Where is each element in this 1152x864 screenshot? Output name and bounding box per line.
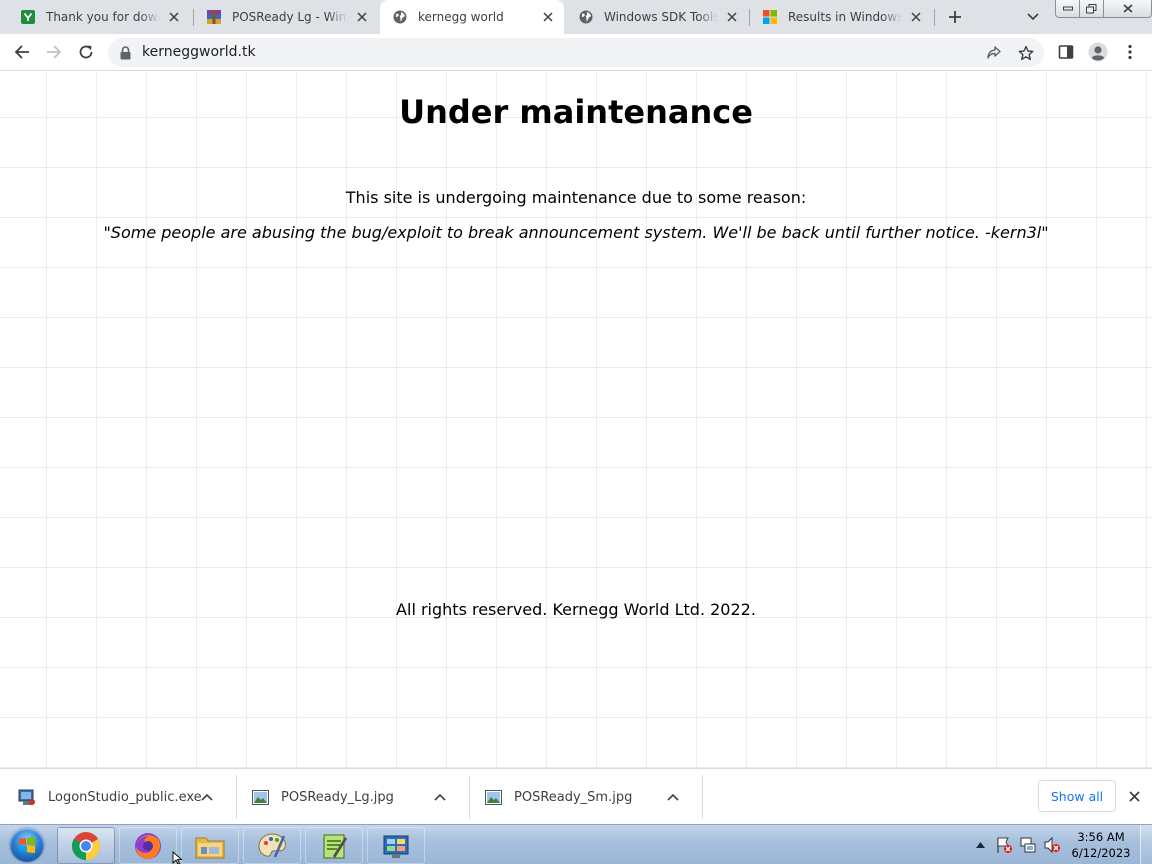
minimize-icon (1062, 6, 1073, 10)
volume-muted-icon[interactable] (1040, 833, 1064, 857)
arrow-left-icon (14, 45, 29, 59)
globe-icon (578, 9, 594, 25)
action-center-flag-icon[interactable] (992, 833, 1016, 857)
show-all-downloads-button[interactable]: Show all (1038, 780, 1116, 812)
kebab-menu-icon (1128, 44, 1132, 60)
clock-date: 6/12/2023 (1071, 846, 1131, 860)
forward-button[interactable] (40, 38, 68, 66)
windows-logo-icon (10, 828, 44, 862)
bookmark-star-icon[interactable] (1012, 39, 1040, 66)
avatar-icon (1088, 42, 1108, 62)
page-viewport: Under maintenance This site is undergoin… (0, 72, 1152, 768)
show-hidden-icons-button[interactable] (968, 833, 992, 857)
tab-windows-sdk[interactable]: Windows SDK Tools List (566, 0, 748, 34)
folder-icon (195, 837, 225, 858)
globe-icon (392, 9, 408, 25)
close-icon (1122, 4, 1133, 13)
installer-icon (18, 788, 36, 806)
chevron-up-icon[interactable] (194, 784, 220, 810)
start-button[interactable] (2, 825, 52, 864)
restore-button[interactable] (1080, 0, 1104, 18)
paint-palette-icon (258, 832, 286, 857)
download-filename: LogonStudio_public.exe (48, 789, 202, 805)
new-tab-button[interactable] (942, 5, 968, 29)
close-shelf-button[interactable] (1122, 782, 1146, 810)
page-title: Under maintenance (399, 93, 753, 131)
tab-strip: Thank you for downloading POSReady Lg - … (0, 0, 1152, 34)
microsoft-logo-icon (762, 9, 778, 25)
system-clock[interactable]: 3:56 AM 6/12/2023 (1068, 829, 1134, 861)
download-filename: POSReady_Lg.jpg (281, 789, 394, 805)
tab-title: Thank you for downloading (46, 10, 160, 24)
tab-title: kernegg world (418, 10, 504, 24)
control-panel-icon (383, 835, 409, 858)
tab-kernegg-world[interactable]: kernegg world (380, 0, 564, 34)
menu-button[interactable] (1116, 38, 1144, 66)
profile-button[interactable] (1084, 38, 1112, 66)
reload-icon (79, 45, 93, 59)
taskbar-chrome[interactable] (57, 827, 115, 864)
close-icon (1128, 790, 1140, 802)
close-tab-icon[interactable] (354, 9, 370, 25)
taskbar-control-panel[interactable] (367, 827, 425, 864)
arrow-right-icon (47, 45, 62, 59)
reload-button[interactable] (72, 38, 100, 66)
notepad-editor-icon (323, 834, 347, 858)
chrome-icon (72, 831, 100, 860)
tab-title: Results in Windows - Microsoft (788, 10, 902, 24)
image-file-icon (251, 788, 269, 806)
plus-icon (949, 11, 961, 23)
tab-posready[interactable]: POSReady Lg - Windows (194, 0, 378, 34)
tab-divider (934, 9, 935, 26)
close-tab-icon[interactable] (166, 9, 182, 25)
download-filename: POSReady_Sm.jpg (514, 789, 633, 805)
chevron-up-icon[interactable] (660, 784, 686, 810)
firefox-icon (135, 832, 161, 859)
chevron-up-icon[interactable] (427, 784, 453, 810)
triangle-up-icon (975, 842, 985, 848)
clock-time: 3:56 AM (1077, 830, 1125, 844)
browser-toolbar: kerneggworld.tk (0, 34, 1152, 71)
tab-title: POSReady Lg - Windows (232, 10, 348, 24)
close-tab-icon[interactable] (540, 9, 556, 25)
back-button[interactable] (8, 38, 36, 66)
tab-search-button[interactable] (1020, 5, 1046, 29)
chevron-down-icon (1027, 13, 1039, 21)
mouse-cursor-icon (172, 851, 183, 864)
close-tab-icon[interactable] (908, 9, 924, 25)
close-window-button[interactable] (1104, 0, 1152, 18)
copyright-footer: All rights reserved. Kernegg World Ltd. … (396, 600, 756, 619)
system-tray (968, 825, 1064, 864)
taskbar-file-explorer[interactable] (181, 827, 239, 864)
download-item[interactable]: LogonStudio_public.exe (0, 773, 236, 821)
download-item[interactable]: POSReady_Lg.jpg (233, 773, 469, 821)
share-icon[interactable] (980, 39, 1008, 66)
lock-icon[interactable] (118, 45, 132, 60)
maintenance-notice: This site is undergoing maintenance due … (345, 188, 807, 207)
maintenance-reason: "Some people are abusing the bug/exploit… (103, 223, 1049, 242)
url-text[interactable]: kerneggworld.tk (142, 38, 256, 67)
restore-icon (1086, 3, 1097, 13)
download-item[interactable]: POSReady_Sm.jpg (466, 773, 702, 821)
network-icon[interactable] (1016, 833, 1040, 857)
image-file-icon (484, 788, 502, 806)
tab-title: Windows SDK Tools List (604, 10, 718, 24)
download-favicon-icon (20, 9, 36, 25)
download-shelf: LogonStudio_public.exe POSReady_Lg.jpg P… (0, 768, 1152, 824)
download-divider (702, 775, 703, 819)
tab-thank-you[interactable]: Thank you for downloading (8, 0, 190, 34)
address-bar[interactable]: kerneggworld.tk (108, 38, 1044, 67)
tab-results-microsoft[interactable]: Results in Windows - Microsoft (750, 0, 932, 34)
side-panel-button[interactable] (1052, 38, 1080, 66)
close-tab-icon[interactable] (724, 9, 740, 25)
minimize-button[interactable] (1055, 0, 1080, 18)
show-desktop-button[interactable] (1140, 825, 1152, 864)
window-controls (1055, 0, 1152, 18)
side-panel-icon (1058, 45, 1074, 59)
winrar-icon (206, 9, 222, 25)
taskbar-paint[interactable] (243, 827, 301, 864)
taskbar-firefox[interactable] (119, 827, 177, 864)
taskbar-notepad-editor[interactable] (305, 827, 363, 864)
